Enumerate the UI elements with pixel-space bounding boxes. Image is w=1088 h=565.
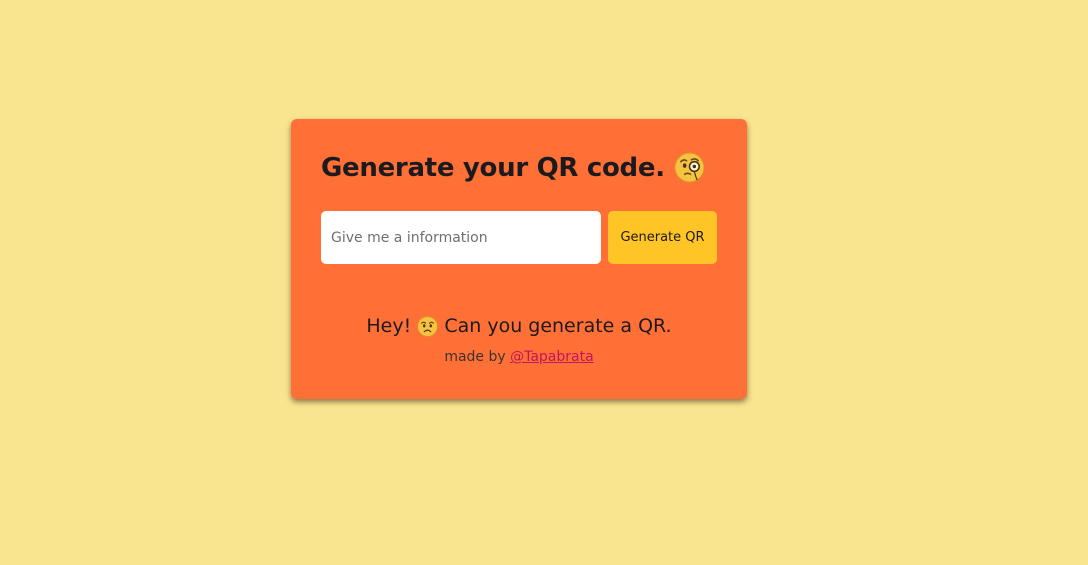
title-text: Generate your QR code. bbox=[321, 153, 665, 183]
information-input[interactable] bbox=[321, 211, 601, 264]
status-message: Hey! Can you generate a QR. bbox=[291, 315, 747, 337]
greeting-text: Hey! bbox=[366, 315, 412, 337]
credit-line: made by @Tapabrata bbox=[291, 349, 747, 365]
message-text: Can you generate a QR. bbox=[444, 315, 672, 337]
worried-face-icon bbox=[417, 315, 438, 337]
monocle-face-icon bbox=[674, 152, 705, 185]
author-link[interactable]: @Tapabrata bbox=[510, 349, 594, 365]
credit-prefix: made by bbox=[444, 349, 506, 365]
generate-qr-button[interactable]: Generate QR bbox=[608, 211, 717, 264]
page-title: Generate your QR code. bbox=[321, 152, 705, 185]
qr-generator-card: Generate your QR code. Generate QR Hey! … bbox=[291, 119, 747, 399]
